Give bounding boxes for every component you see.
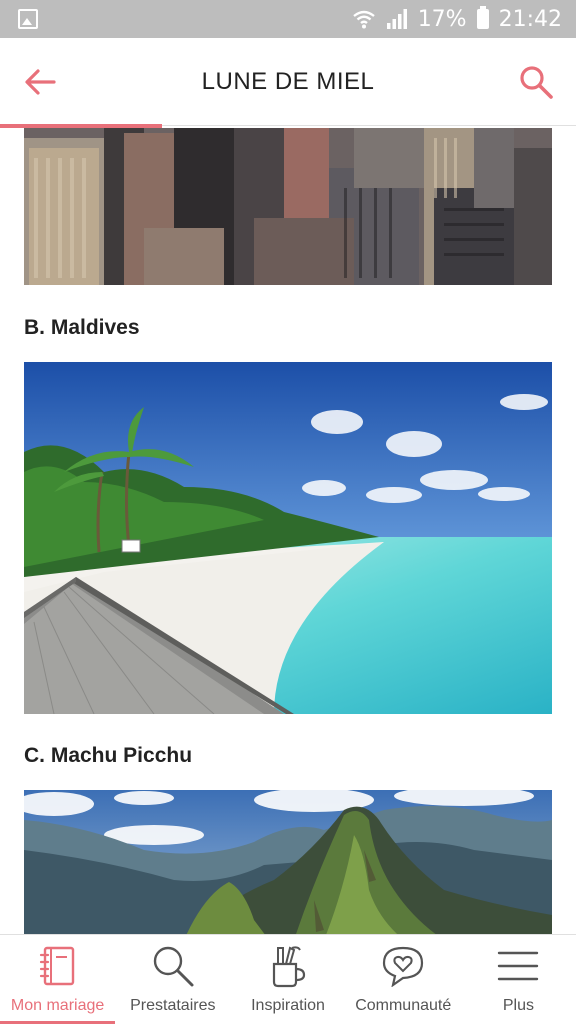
clock: 21:42 (498, 6, 562, 32)
new-york-photo (24, 128, 552, 285)
page-title: LUNE DE MIEL (201, 67, 375, 95)
app-bar: LUNE DE MIEL (0, 38, 576, 126)
bottom-navigation: Mon mariage Prestataires Inspiration Com… (0, 934, 576, 1024)
battery-icon (476, 6, 489, 29)
brushes-cup-icon (272, 946, 306, 988)
nav-item-communaute[interactable]: Communauté (346, 935, 461, 1024)
back-button[interactable] (22, 64, 58, 100)
battery-percent: 17% (417, 6, 467, 32)
nav-label-plus: Plus (502, 997, 534, 1014)
nav-label-inspiration: Inspiration (251, 997, 325, 1014)
nav-item-plus[interactable]: Plus (461, 935, 576, 1024)
menu-icon (498, 951, 539, 981)
wifi-icon (352, 10, 375, 29)
status-bar: 17% 21:42 (0, 0, 576, 38)
search-button[interactable] (516, 62, 556, 102)
signal-icon (386, 9, 407, 29)
notebook-icon (39, 946, 74, 986)
nav-label-prestataires: Prestataires (130, 997, 216, 1014)
nav-item-inspiration[interactable]: Inspiration (230, 935, 345, 1024)
search-icon (153, 946, 194, 987)
nav-label-communaute: Communauté (355, 997, 452, 1014)
machu-picchu-photo (24, 790, 552, 934)
heart-chat-icon (383, 946, 424, 987)
article-content[interactable]: B. Maldives C. Machu Picchu (0, 128, 576, 934)
nav-item-mon-mariage[interactable]: Mon mariage (0, 935, 116, 1024)
back-arrow-icon (25, 69, 56, 95)
nav-item-prestataires[interactable]: Prestataires (115, 935, 230, 1024)
section-title-maldives: B. Maldives (24, 316, 140, 339)
search-icon (520, 66, 553, 99)
nav-label-mon-mariage: Mon mariage (10, 997, 105, 1014)
gallery-notification-icon (18, 9, 38, 29)
maldives-photo (24, 362, 552, 714)
section-title-machu-picchu: C. Machu Picchu (24, 744, 193, 767)
